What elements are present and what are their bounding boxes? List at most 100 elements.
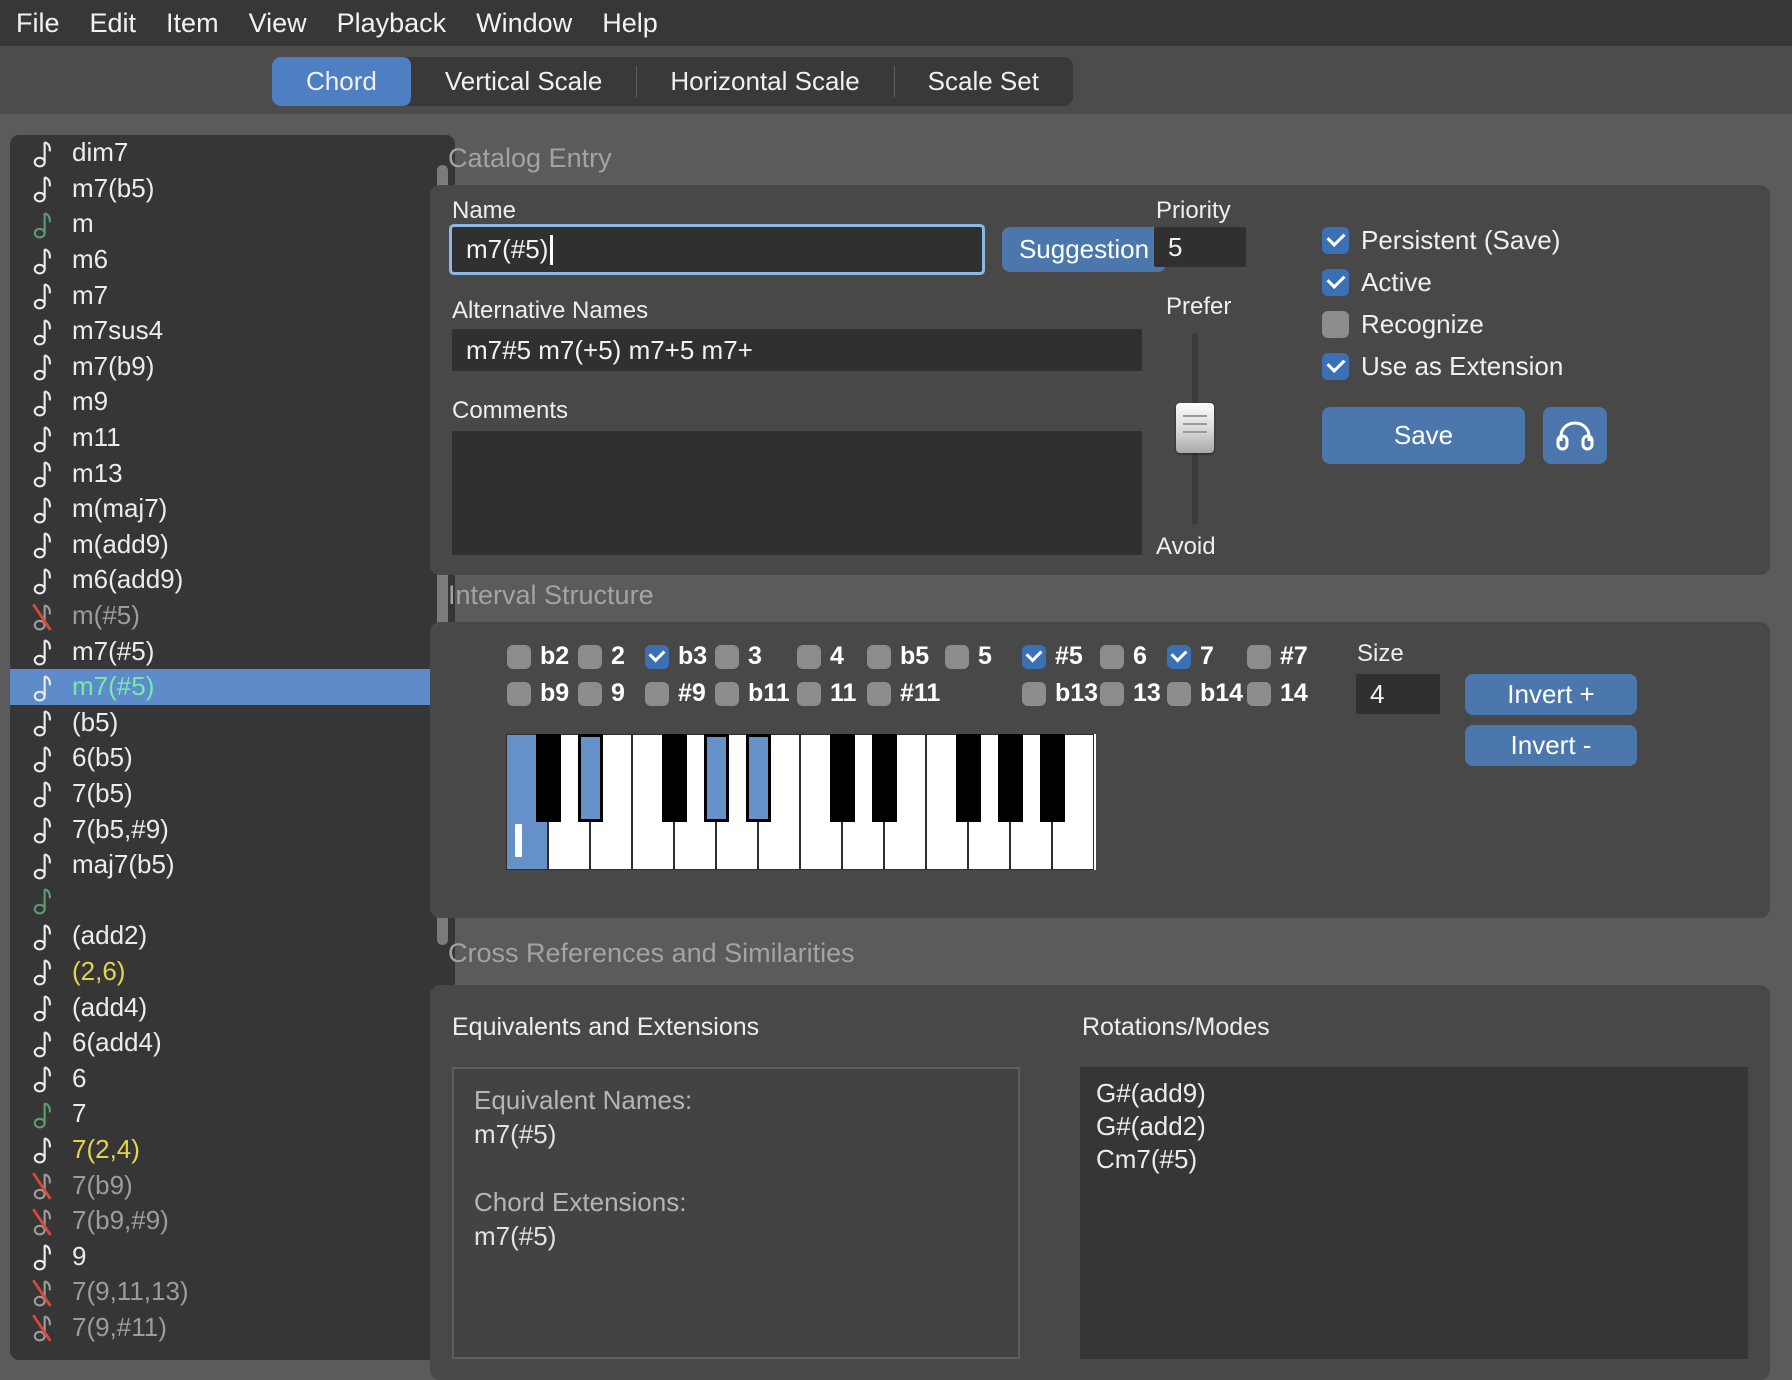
comments-input[interactable]: [452, 431, 1142, 555]
interval-checkbox-b14[interactable]: [1167, 682, 1191, 706]
black-key-18[interactable]: [956, 734, 981, 822]
chord-item-(b5)[interactable]: (b5): [10, 705, 455, 741]
chord-item-m(add9)[interactable]: m(add9): [10, 527, 455, 563]
interval-checkbox-s11[interactable]: [867, 682, 891, 706]
menu-view[interactable]: View: [249, 8, 307, 39]
chord-item-m6[interactable]: m6: [10, 242, 455, 278]
name-input[interactable]: m7(#5): [452, 227, 982, 272]
tab-chord[interactable]: Chord: [272, 57, 411, 106]
black-key-22[interactable]: [1040, 734, 1065, 822]
chord-item-label: 6(b5): [72, 742, 133, 773]
interval-checkbox-11[interactable]: [797, 682, 821, 706]
chord-item-m7(b5)[interactable]: m7(b5): [10, 171, 455, 207]
chord-item-m7(b9)[interactable]: m7(b9): [10, 349, 455, 385]
save-button[interactable]: Save: [1322, 407, 1525, 464]
chord-item[interactable]: [10, 882, 455, 918]
suggestion-button[interactable]: Suggestion: [1002, 227, 1166, 272]
chord-item-label: m7(#5): [72, 636, 154, 667]
interval-checkbox-9[interactable]: [578, 682, 602, 706]
black-key-3[interactable]: [578, 734, 603, 822]
menu-edit[interactable]: Edit: [90, 8, 137, 39]
menu-help[interactable]: Help: [602, 8, 658, 39]
black-key-6[interactable]: [662, 734, 687, 822]
chord-item-dim7[interactable]: dim7: [10, 135, 455, 171]
chord-item-7(b9,#9)[interactable]: 7(b9,#9): [10, 1203, 455, 1239]
chord-item-m[interactable]: m: [10, 206, 455, 242]
rotation-item[interactable]: G#(add2): [1096, 1110, 1732, 1143]
interval-checkbox-b9[interactable]: [507, 682, 531, 706]
checkbox-use-as-extension[interactable]: [1322, 353, 1349, 380]
black-key-10[interactable]: [746, 734, 771, 822]
menu-window[interactable]: Window: [476, 8, 572, 39]
chord-item-m13[interactable]: m13: [10, 455, 455, 491]
interval-checkbox-b3[interactable]: [645, 645, 669, 669]
chord-item-6[interactable]: 6: [10, 1060, 455, 1096]
chord-item-label: m: [72, 208, 94, 239]
interval-checkbox-b13[interactable]: [1022, 682, 1046, 706]
menu-file[interactable]: File: [16, 8, 60, 39]
chord-item-m7[interactable]: m7: [10, 277, 455, 313]
chord-item-7(9,#11)[interactable]: 7(9,#11): [10, 1310, 455, 1346]
menu-item[interactable]: Item: [166, 8, 219, 39]
interval-checkbox-2[interactable]: [578, 645, 602, 669]
chord-item-(add2)[interactable]: (add2): [10, 918, 455, 954]
interval-checkbox-s7[interactable]: [1247, 645, 1271, 669]
interval-checkbox-s5[interactable]: [1022, 645, 1046, 669]
interval-checkbox-b11[interactable]: [715, 682, 739, 706]
black-key-8[interactable]: [704, 734, 729, 822]
chord-item-7(b5)[interactable]: 7(b5): [10, 776, 455, 812]
chord-item-m7(#5)[interactable]: m7(#5): [10, 669, 455, 705]
menu-playback[interactable]: Playback: [337, 8, 447, 39]
interval-checkbox-13[interactable]: [1100, 682, 1124, 706]
chord-item-m11[interactable]: m11: [10, 420, 455, 456]
note-icon: [32, 778, 56, 808]
chord-item-m6(add9)[interactable]: m6(add9): [10, 562, 455, 598]
invert-minus-button[interactable]: Invert -: [1465, 725, 1637, 766]
priority-input[interactable]: 5: [1154, 227, 1246, 267]
black-key-1[interactable]: [536, 734, 561, 822]
chord-item-maj7(b5)[interactable]: maj7(b5): [10, 847, 455, 883]
chord-item-6(add4)[interactable]: 6(add4): [10, 1025, 455, 1061]
interval-checkbox-3[interactable]: [715, 645, 739, 669]
audition-button[interactable]: [1543, 407, 1607, 464]
rotations-box[interactable]: G#(add9)G#(add2)Cm7(#5): [1080, 1067, 1748, 1359]
interval-checkbox-7[interactable]: [1167, 645, 1191, 669]
chord-item-m9[interactable]: m9: [10, 384, 455, 420]
chord-item-9[interactable]: 9: [10, 1238, 455, 1274]
rotation-item[interactable]: G#(add9): [1096, 1077, 1732, 1110]
chord-item-7(9,11,13)[interactable]: 7(9,11,13): [10, 1274, 455, 1310]
tab-horizontal-scale[interactable]: Horizontal Scale: [636, 57, 893, 106]
checkbox-persistent-save-[interactable]: [1322, 227, 1349, 254]
interval-checkbox-6[interactable]: [1100, 645, 1124, 669]
interval-checkbox-4[interactable]: [797, 645, 821, 669]
chord-item-(add4)[interactable]: (add4): [10, 989, 455, 1025]
chord-item-m7(#5)[interactable]: m7(#5): [10, 633, 455, 669]
chord-item-m(#5)[interactable]: m(#5): [10, 598, 455, 634]
chord-item-7(2,4)[interactable]: 7(2,4): [10, 1132, 455, 1168]
chord-item-m(maj7)[interactable]: m(maj7): [10, 491, 455, 527]
invert-plus-button[interactable]: Invert +: [1465, 674, 1637, 715]
interval-checkbox-5[interactable]: [945, 645, 969, 669]
interval-checkbox-b5[interactable]: [867, 645, 891, 669]
tab-vertical-scale[interactable]: Vertical Scale: [411, 57, 637, 106]
black-key-13[interactable]: [830, 734, 855, 822]
black-key-15[interactable]: [872, 734, 897, 822]
alternative-names-input[interactable]: m7#5 m7(+5) m7+5 m7+: [452, 329, 1142, 371]
prefer-avoid-slider-handle[interactable]: [1176, 403, 1214, 453]
interval-label: #5: [1055, 642, 1083, 671]
chord-item-7(b9)[interactable]: 7(b9): [10, 1167, 455, 1203]
tab-scale-set[interactable]: Scale Set: [894, 57, 1073, 106]
rotation-item[interactable]: Cm7(#5): [1096, 1143, 1732, 1176]
interval-checkbox-s9[interactable]: [645, 682, 669, 706]
chord-item-m7sus4[interactable]: m7sus4: [10, 313, 455, 349]
size-input[interactable]: 4: [1356, 674, 1440, 714]
checkbox-recognize[interactable]: [1322, 311, 1349, 338]
chord-item-6(b5)[interactable]: 6(b5): [10, 740, 455, 776]
chord-item-7(b5,#9)[interactable]: 7(b5,#9): [10, 811, 455, 847]
interval-checkbox-b2[interactable]: [507, 645, 531, 669]
checkbox-active[interactable]: [1322, 269, 1349, 296]
chord-item-(2,6)[interactable]: (2,6): [10, 954, 455, 990]
interval-checkbox-14[interactable]: [1247, 682, 1271, 706]
black-key-20[interactable]: [998, 734, 1023, 822]
chord-item-7[interactable]: 7: [10, 1096, 455, 1132]
